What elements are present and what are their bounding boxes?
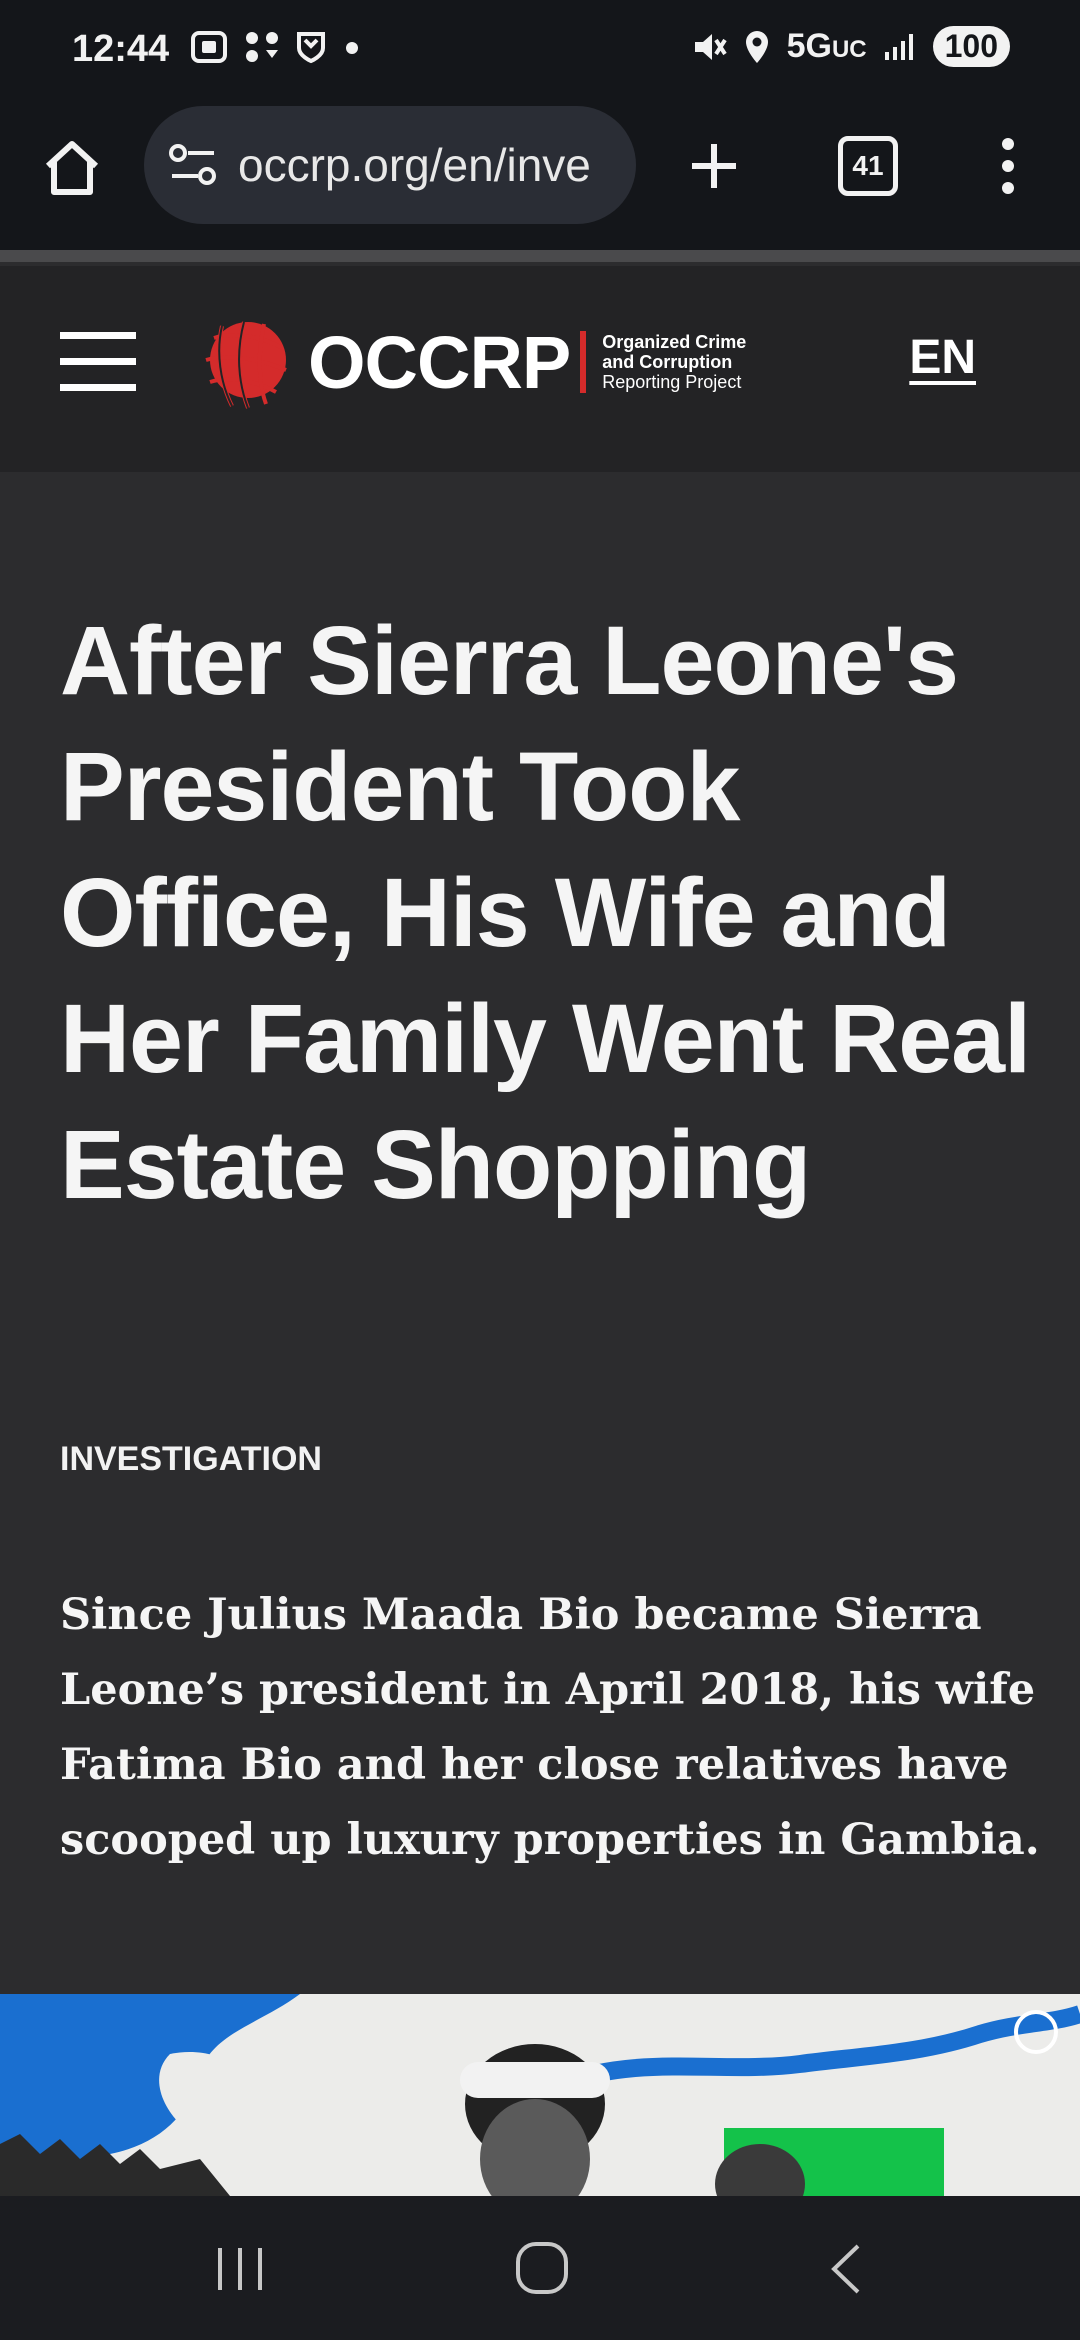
logo-tagline: Organized Crime and Corruption Reporting… (602, 332, 747, 392)
system-navigation-bar (0, 2196, 1080, 2340)
battery-indicator: 100 (932, 26, 1010, 67)
article-headline: After Sierra Leone's President Took Offi… (60, 606, 1031, 1219)
system-indicators: 5GUC 100 (691, 26, 1010, 67)
site-logo[interactable]: OCCRP Organized Crime and Corruption Rep… (192, 312, 746, 412)
url-text: occrp.org/en/inve (238, 139, 591, 191)
recent-apps-icon[interactable] (214, 2244, 266, 2294)
hero-image (0, 1994, 1080, 2196)
status-bar: 12:44 5GUC 100 (0, 0, 1080, 100)
signal-icon (884, 33, 913, 60)
language-switcher[interactable]: EN (909, 330, 976, 385)
back-icon[interactable] (826, 2242, 866, 2296)
shield-icon (297, 32, 325, 64)
download-icon (246, 32, 278, 62)
logo-wordmark: OCCRP (308, 320, 571, 404)
dot-icon (346, 42, 358, 54)
home-icon[interactable] (40, 136, 104, 200)
browser-toolbar: occrp.org/en/inve 41 (0, 100, 1080, 250)
article-category[interactable]: INVESTIGATION (60, 1440, 322, 1479)
notification-icons (190, 30, 362, 64)
address-bar[interactable]: occrp.org/en/inve (144, 106, 636, 224)
logo-divider (580, 331, 587, 393)
page-divider (0, 250, 1080, 262)
site-settings-icon[interactable] (168, 142, 218, 188)
clock: 12:44 (72, 28, 170, 70)
mute-icon (694, 33, 727, 60)
new-tab-icon[interactable] (686, 138, 742, 194)
location-icon (745, 30, 768, 63)
tab-switcher-button[interactable]: 41 (838, 136, 898, 196)
site-header: OCCRP Organized Crime and Corruption Rep… (0, 266, 1080, 472)
network-type: 5GUC (786, 27, 867, 65)
globe-logo-icon (205, 321, 287, 409)
more-options-icon[interactable] (996, 136, 1020, 196)
screenshot-icon (191, 31, 227, 63)
menu-button[interactable] (60, 332, 136, 392)
home-nav-icon[interactable] (514, 2240, 570, 2296)
hero-illustration (0, 1994, 1080, 2196)
article-lede: Since Julius Maada Bio became Sierra Leo… (60, 1590, 1040, 1865)
